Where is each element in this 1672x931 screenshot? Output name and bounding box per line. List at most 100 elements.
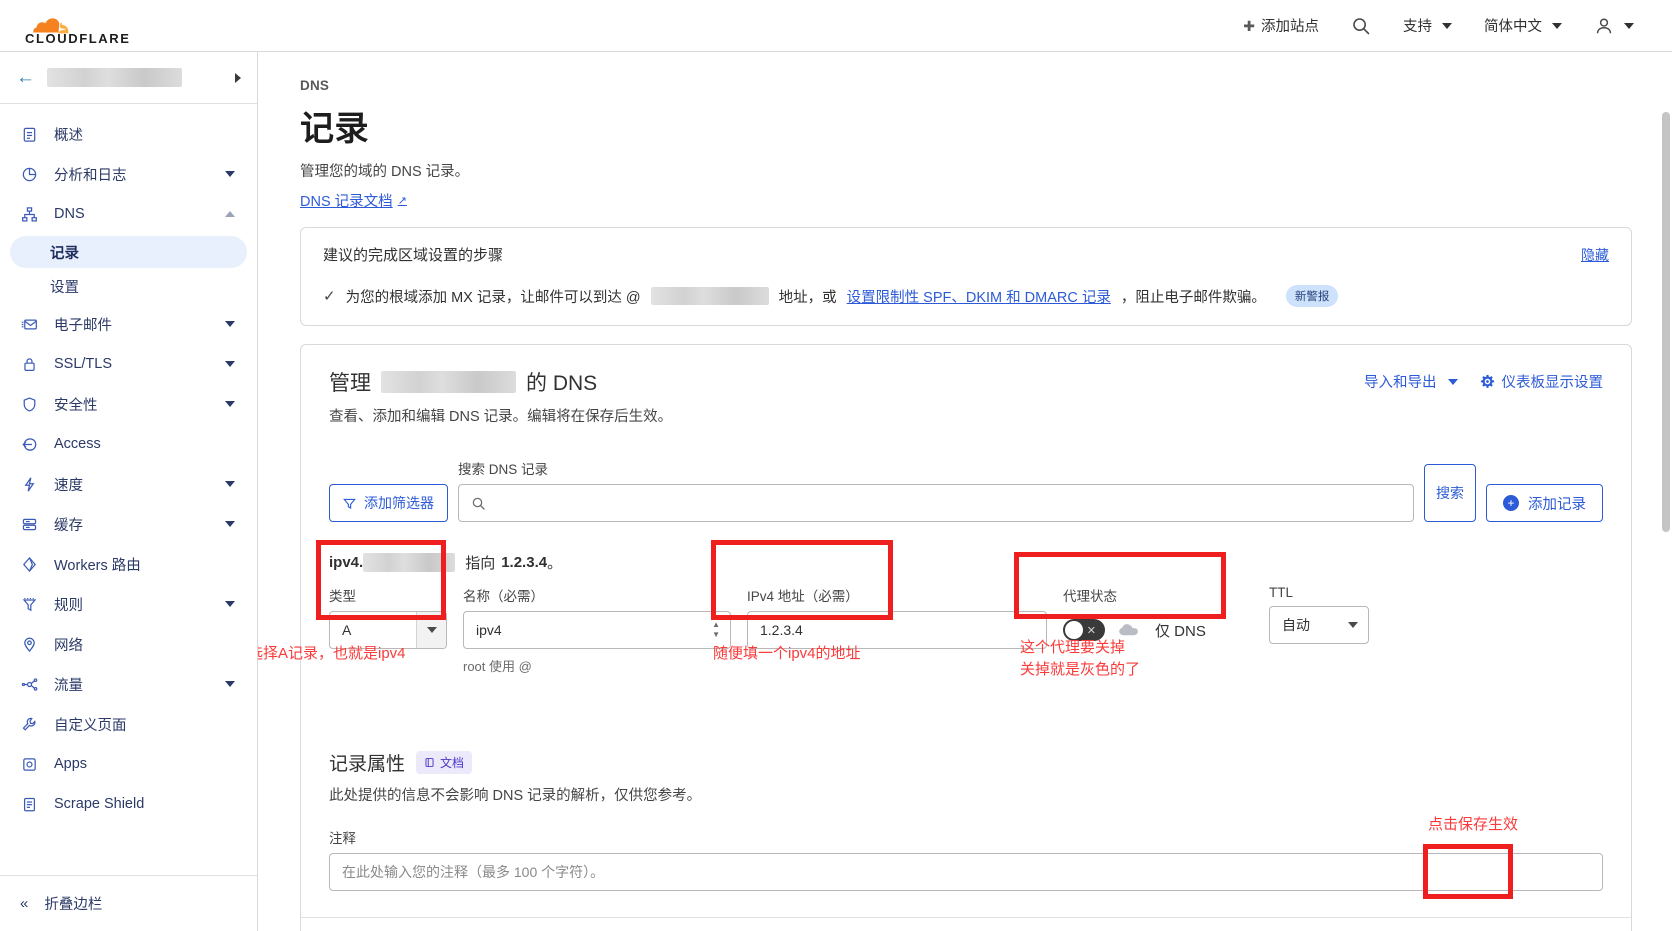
add-record-label: 添加记录: [1528, 496, 1586, 513]
suggestion-step: ✓ 为您的根域添加 MX 记录，让邮件可以到达 @ 地址，或 设置限制性 SPF…: [323, 285, 1609, 307]
sidebar-item-apps[interactable]: Apps: [0, 744, 257, 784]
global-search-button[interactable]: [1335, 10, 1387, 42]
sidebar-item-label: 概述: [54, 127, 83, 144]
documentation-chip[interactable]: 文档: [416, 751, 473, 774]
ttl-select[interactable]: 自动: [1269, 606, 1369, 644]
sidebar-item-label: 分析和日志: [54, 167, 127, 184]
sidebar-item-rules[interactable]: 规则: [0, 584, 257, 624]
collapse-sidebar-button[interactable]: « 折叠边栏: [0, 875, 257, 931]
zone-switcher[interactable]: ←: [0, 52, 257, 104]
shield-icon: [18, 396, 40, 413]
user-menu[interactable]: [1578, 10, 1650, 42]
sidebar-item-workers-routes[interactable]: Workers 路由: [0, 544, 257, 584]
chevron-down-icon: [1447, 378, 1458, 385]
dashboard-display-settings-label: 仪表板显示设置: [1501, 375, 1604, 391]
language-label: 简体中文: [1484, 19, 1542, 35]
ttl-field-group: TTL 自动: [1269, 585, 1369, 644]
lock-icon: [18, 356, 40, 373]
import-export-menu[interactable]: 导入和导出: [1364, 371, 1458, 392]
sidebar-item-overview[interactable]: 概述: [0, 114, 257, 154]
name-field-label: 名称（必需）: [463, 589, 544, 604]
sidebar-item-dns[interactable]: DNS: [0, 194, 257, 234]
sidebar-item-label: 安全性: [54, 397, 98, 414]
search-input[interactable]: [496, 494, 1401, 512]
login-arrow-icon: [18, 436, 40, 453]
ipv4-input-value: 1.2.3.4: [760, 622, 803, 638]
pin-icon: [18, 636, 40, 653]
language-menu[interactable]: 简体中文: [1468, 9, 1578, 42]
record-attributes-title: 记录属性 文档: [329, 749, 1603, 776]
chevron-down-icon: [1552, 22, 1562, 29]
domain-redacted: [381, 371, 516, 393]
sidebar-item-label: 速度: [54, 477, 83, 494]
filter-icon: [343, 498, 356, 509]
search-dns-records-box[interactable]: [458, 484, 1414, 522]
sidebar-item-label: Apps: [54, 756, 88, 772]
database-icon: [18, 516, 40, 533]
plus-circle-icon: +: [1503, 495, 1519, 511]
dns-doc-link-label: DNS 记录文档: [300, 194, 393, 210]
comment-input[interactable]: 在此处输入您的注释（最多 100 个字符）。: [329, 853, 1603, 891]
sidebar-item-records[interactable]: 记录: [10, 236, 247, 268]
cloudflare-logo[interactable]: CLOUDFLARE: [14, 6, 142, 46]
sidebar-item-traffic[interactable]: 流量: [0, 664, 257, 704]
double-chevron-left-icon: «: [20, 895, 29, 912]
domain-redacted: [650, 287, 769, 305]
annotation-text-proxy: 这个代理要关掉 关掉就是灰色的了: [1020, 639, 1141, 678]
dns-card-header-actions: 导入和导出 仪表板显示设置: [1364, 367, 1603, 392]
sitemap-icon: [18, 206, 40, 223]
back-arrow-icon[interactable]: ←: [16, 68, 35, 87]
support-menu[interactable]: 支持: [1387, 9, 1468, 42]
type-select-value: A: [342, 622, 352, 638]
pie-chart-icon: [18, 166, 40, 183]
search-icon: [472, 497, 485, 510]
name-field-group: 名称（必需） ipv4 ▲ ▼ root 使用 @: [463, 585, 731, 675]
card-actions: 取消 保存: [329, 918, 1603, 931]
proxy-status-label: 代理状态: [1063, 589, 1117, 604]
chevron-down-icon: [225, 601, 235, 607]
sidebar-item-security[interactable]: 安全性: [0, 384, 257, 424]
sidebar-item-caching[interactable]: 缓存: [0, 504, 257, 544]
clipboard-icon: [18, 126, 40, 143]
records-toolbar: 添加筛选器 搜索 DNS 记录 搜索 + 添加记录: [329, 458, 1603, 522]
add-filter-label: 添加筛选器: [364, 495, 434, 511]
annotation-text-type: 选择A记录，也就是ipv4: [258, 645, 406, 662]
sidebar-item-analytics[interactable]: 分析和日志: [0, 154, 257, 194]
search-button[interactable]: 搜索: [1424, 464, 1476, 522]
user-avatar-icon: [1596, 17, 1612, 33]
stepper-icon[interactable]: ▲ ▼: [712, 621, 720, 639]
hide-suggestion-link[interactable]: 隐藏: [1581, 245, 1609, 265]
sidebar-item-ssl-tls[interactable]: SSL/TLS: [0, 344, 257, 384]
dns-management-card: 管理 的 DNS 查看、添加和编辑 DNS 记录。编辑将在保存后生效。 导入和导…: [300, 344, 1632, 931]
spf-dkim-dmarc-link[interactable]: 设置限制性 SPF、DKIM 和 DMARC 记录: [847, 286, 1111, 307]
dashboard-display-settings-button[interactable]: 仪表板显示设置: [1480, 371, 1604, 392]
suggestion-title: 建议的完成区域设置的步骤: [323, 247, 504, 264]
record-attributes-section: 记录属性 文档 此处提供的信息不会影响 DNS 记录的解析，仅供您参考。 注释 …: [329, 749, 1603, 891]
search-button-label: 搜索: [1436, 484, 1464, 501]
search-field-wrap: 搜索 DNS 记录: [458, 458, 1414, 522]
sidebar-item-custom-pages[interactable]: 自定义页面: [0, 704, 257, 744]
name-input[interactable]: ipv4 ▲ ▼: [463, 611, 731, 649]
chevron-down-icon: [225, 681, 235, 687]
sidebar-item-access[interactable]: Access: [0, 424, 257, 464]
sidebar-item-speed[interactable]: 速度: [0, 464, 257, 504]
add-filter-button[interactable]: 添加筛选器: [329, 484, 448, 522]
search-icon: [1353, 17, 1370, 34]
external-link-icon: ↗: [397, 195, 407, 207]
collapse-sidebar-label: 折叠边栏: [44, 897, 103, 913]
bolt-icon: [18, 476, 40, 493]
add-record-button[interactable]: + 添加记录: [1486, 484, 1603, 522]
sidebar-item-email[interactable]: 电子邮件: [0, 304, 257, 344]
sidebar-item-label: 缓存: [54, 517, 83, 534]
sidebar-item-network[interactable]: 网络: [0, 624, 257, 664]
sidebar-item-scrape-shield[interactable]: Scrape Shield: [0, 784, 257, 824]
dns-doc-link[interactable]: DNS 记录文档 ↗: [300, 190, 407, 211]
sidebar-item-dns-settings[interactable]: 设置: [10, 270, 247, 302]
page-scrollbar[interactable]: [1662, 112, 1670, 532]
dns-title-suffix: 的 DNS: [526, 372, 598, 395]
book-icon: [425, 758, 434, 767]
add-site-button[interactable]: ✚ 添加站点: [1227, 9, 1335, 42]
plus-circle-icon: ✚: [1243, 17, 1255, 34]
cloudflare-logo-icon: CLOUDFLARE: [25, 17, 129, 46]
envelope-icon: [18, 316, 40, 333]
